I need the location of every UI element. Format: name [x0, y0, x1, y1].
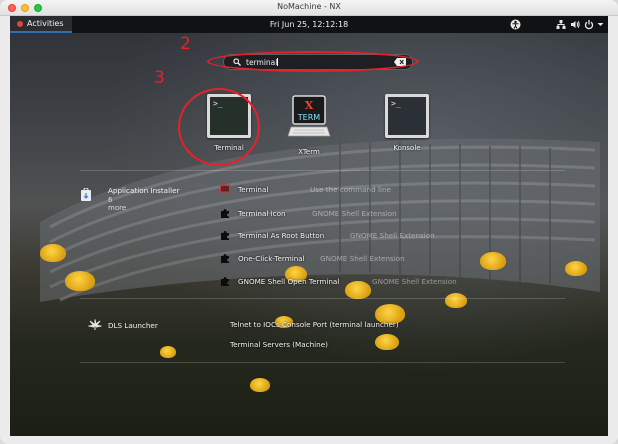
window-title: NoMachine - NX: [277, 2, 341, 11]
divider: [80, 170, 565, 171]
konsole-icon-glyph: >_: [388, 97, 426, 135]
terminal-small-icon: [220, 184, 230, 193]
annotation-step-3: 3: [154, 68, 165, 88]
result-description: GNOME Shell Extension: [350, 231, 435, 240]
flower-decoration: [445, 293, 467, 308]
divider: [80, 362, 565, 363]
gnome-top-bar: Activities Fri Jun 25, 12:12:18: [10, 16, 608, 33]
flower-decoration: [40, 244, 66, 262]
result-name: Terminal As Root Button: [238, 231, 325, 240]
xterm-icon-x: X: [305, 99, 314, 112]
result-name: Terminal icon: [238, 209, 286, 218]
app-label: XTerm: [298, 148, 320, 156]
flower-decoration: [565, 261, 587, 276]
network-icon[interactable]: [556, 19, 566, 30]
xterm-icon: X TERM: [287, 95, 331, 137]
chevron-down-icon[interactable]: [597, 19, 604, 30]
flower-decoration: [160, 346, 176, 358]
provider-more-count[interactable]: 6 more: [108, 196, 126, 212]
flower-decoration: [345, 281, 371, 299]
app-label: Konsole: [393, 144, 421, 152]
app-result-konsole[interactable]: >_ Konsole: [372, 94, 442, 152]
flower-decoration: [65, 271, 95, 291]
puzzle-icon: [221, 254, 229, 263]
result-description: GNOME Shell Extension: [312, 209, 397, 218]
volume-icon[interactable]: [570, 19, 580, 30]
provider-name: Application Installer: [108, 186, 180, 195]
overview-dim: [10, 16, 608, 436]
result-name: One-Click-Terminal: [238, 254, 305, 263]
result-name: GNOME Shell Open Terminal: [238, 277, 340, 286]
app-installer-icon: [81, 188, 91, 201]
result-name: Terminal: [238, 185, 269, 194]
annotation-ellipse-search: [207, 51, 419, 72]
accessibility-icon[interactable]: [510, 19, 521, 30]
annotation-step-2: 2: [180, 34, 191, 54]
result-description: GNOME Shell Extension: [372, 277, 457, 286]
annotation-circle-terminal: [178, 88, 260, 166]
xterm-icon-term: TERM: [297, 113, 321, 122]
konsole-icon: >_: [385, 94, 429, 138]
flower-decoration: [375, 334, 399, 350]
gnome-desktop: Activities Fri Jun 25, 12:12:18 terminal…: [10, 16, 608, 436]
flower-decoration: [480, 252, 506, 270]
cannabis-leaf-icon: [88, 319, 102, 330]
power-icon[interactable]: [584, 19, 594, 30]
provider-name: DLS Launcher: [108, 321, 158, 330]
flower-decoration: [250, 378, 270, 392]
result-description: GNOME Shell Extension: [320, 254, 405, 263]
nomachine-window: NoMachine - NX Activities Fri Jun 25, 12…: [0, 0, 618, 444]
result-description: Use the command line: [310, 185, 391, 194]
app-result-xterm[interactable]: X TERM XTerm: [274, 94, 344, 156]
puzzle-icon: [221, 231, 229, 240]
window-titlebar[interactable]: NoMachine - NX: [0, 0, 618, 16]
puzzle-icon: [221, 209, 229, 218]
result-name: Telnet to IOCs Console Port (terminal la…: [230, 320, 399, 329]
puzzle-icon: [221, 277, 229, 286]
divider: [80, 298, 565, 299]
result-name: Terminal Servers (Machine): [230, 340, 328, 349]
